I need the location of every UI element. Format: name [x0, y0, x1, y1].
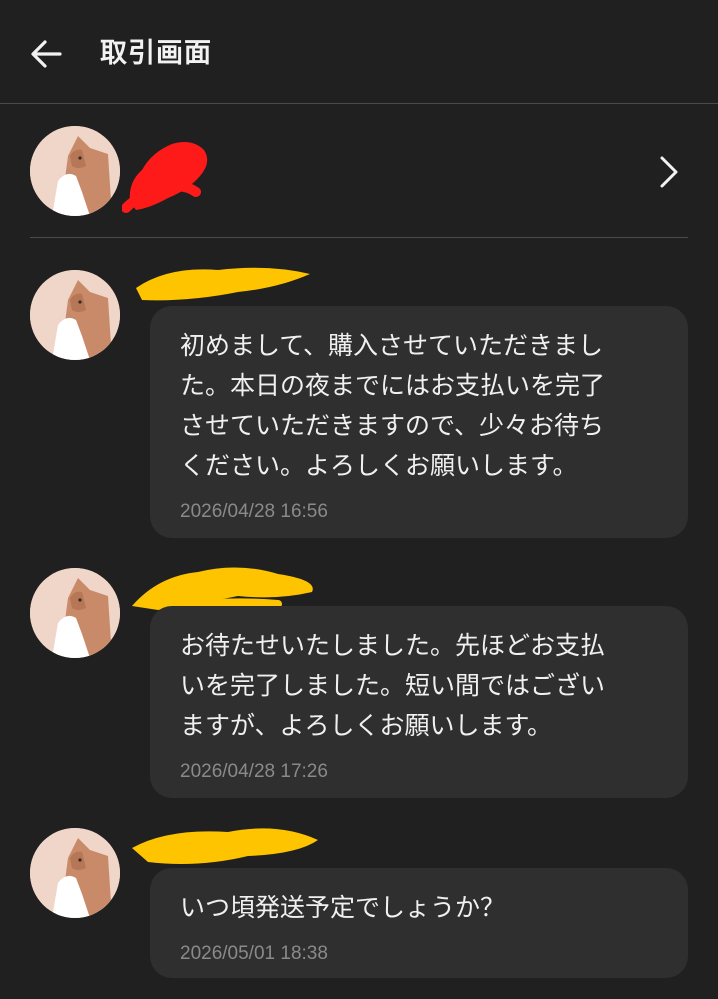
message-item: 初めまして、購入させていただきまし た。本日の夜までにはお支払いを完了 させていただ… — [30, 258, 688, 540]
message-item: お待たせいたしました。先ほどお支払 いを完了しました。短い間ではござい ますが、よろ… — [30, 556, 688, 800]
message-timestamp: 2026/04/28 17:26 — [180, 761, 328, 782]
seller-profile-row[interactable] — [30, 104, 688, 238]
trade-screen: 取引画面 初めまして、購入させていただきまし た。本日の夜までにはお支払いを完了… — [0, 0, 718, 999]
cat-avatar-icon — [30, 126, 120, 216]
app-header: 取引画面 — [0, 0, 718, 104]
seller-name-redaction — [122, 142, 208, 213]
message-bubble: 初めまして、購入させていただきまし た。本日の夜までにはお支払いを完了 させていただ… — [150, 306, 688, 538]
cat-avatar-icon — [30, 270, 120, 360]
message-item: いつ頃発送予定でしょうか？ 2026/05/01 18:38 — [30, 818, 688, 980]
cat-avatar-icon — [30, 568, 120, 658]
page-title: 取引画面 — [100, 38, 212, 69]
message-bubble: いつ頃発送予定でしょうか？ 2026/05/01 18:38 — [150, 868, 688, 978]
message-text: 初めまして、購入させていただきまし た。本日の夜までにはお支払いを完了 させていただ… — [180, 331, 606, 480]
message-text: いつ頃発送予定でしょうか？ — [180, 893, 506, 922]
message-timestamp: 2026/05/01 18:38 — [180, 943, 328, 964]
message-text: お待たせいたしました。先ほどお支払 いを完了しました。短い間ではござい ますが、よろ… — [180, 631, 606, 740]
back-button[interactable] — [26, 34, 66, 74]
arrow-left-icon — [31, 40, 62, 68]
cat-avatar-icon — [30, 828, 120, 918]
message-timestamp: 2026/04/28 16:56 — [180, 501, 328, 522]
chevron-right-icon — [660, 156, 678, 188]
message-bubble: お待たせいたしました。先ほどお支払 いを完了しました。短い間ではござい ますが、よろ… — [150, 606, 688, 798]
sender-name-redaction — [132, 828, 318, 864]
sender-name-redaction — [136, 267, 310, 301]
